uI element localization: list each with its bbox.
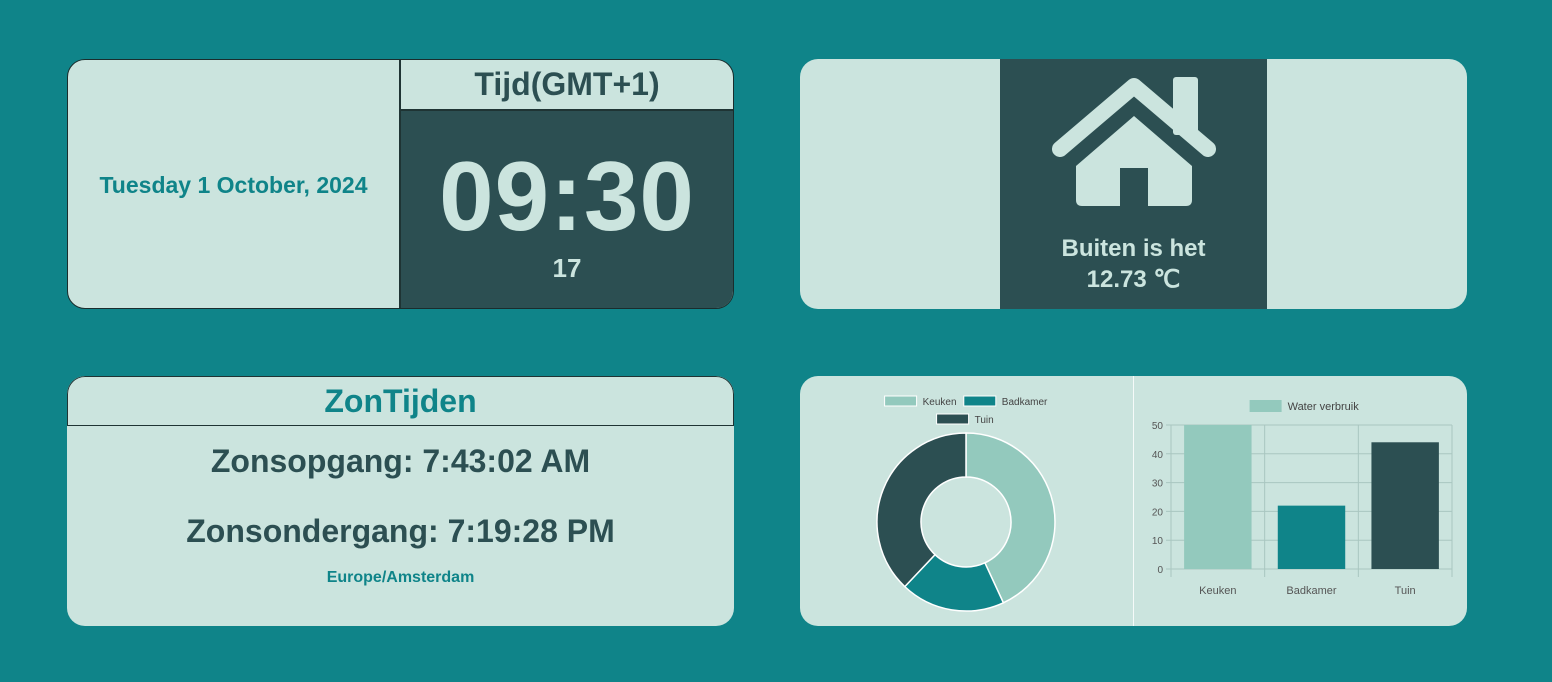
sunset-time: Zonsondergang: 7:19:28 PM: [186, 513, 615, 549]
clock-panel: 09:30 17: [401, 111, 733, 308]
weather-panel: Buiten is het 12.73 ℃: [1000, 59, 1267, 309]
y-tick-label: 20: [1152, 507, 1164, 518]
sun-times-card: ZonTijden Zonsopgang: 7:43:02 AM Zonsond…: [67, 376, 734, 626]
doughnut-chart: Keuken Badkamer Tuin: [876, 395, 1056, 612]
y-tick-label: 0: [1157, 565, 1163, 576]
legend-swatch-badkamer: [963, 395, 997, 407]
water-charts-card: Keuken Badkamer Tuin Water verbruik 0 10 20 30…: [800, 376, 1467, 626]
legend-label-water: Water verbruik: [1288, 401, 1360, 413]
bar-chart: Water verbruik 0 10 20 30 40 50 Keuken Badkamer T…: [1152, 400, 1453, 597]
sun-timezone: Europe/Amsterdam: [326, 569, 475, 586]
bar-tuin: [1371, 442, 1439, 569]
legend-label-badkamer: Badkamer: [1002, 397, 1048, 408]
y-tick-label: 30: [1152, 479, 1164, 490]
y-tick-label: 50: [1152, 421, 1164, 432]
legend-label-tuin: Tuin: [975, 415, 994, 426]
clock-time: 09:30: [439, 141, 695, 251]
x-tick-label: Tuin: [1395, 585, 1416, 597]
doughnut-slice-tuin: [876, 432, 967, 588]
bar-keuken: [1184, 425, 1252, 569]
sunrise-time: Zonsopgang: 7:43:02 AM: [210, 443, 591, 479]
timezone-header: Tijd(GMT+1): [401, 60, 733, 111]
weather-card: Buiten is het 12.73 ℃: [800, 59, 1467, 309]
legend-label-keuken: Keuken: [923, 397, 957, 408]
clock-seconds: 17: [552, 253, 582, 283]
x-tick-label: Badkamer: [1286, 585, 1336, 597]
house-icon: [1052, 77, 1216, 206]
x-tick-label: Keuken: [1199, 585, 1236, 597]
y-tick-label: 40: [1152, 450, 1164, 461]
date-panel: Tuesday 1 October, 2024: [68, 60, 401, 308]
legend-swatch-water: [1249, 400, 1282, 412]
sun-times-title: ZonTijden: [67, 376, 734, 426]
time-card: Tuesday 1 October, 2024 Tijd(GMT+1) 09:3…: [67, 59, 734, 309]
bar-badkamer: [1277, 505, 1346, 569]
y-tick-label: 10: [1152, 536, 1164, 547]
outdoor-temperature: 12.73 ℃: [1086, 266, 1181, 293]
legend-swatch-keuken: [884, 395, 918, 407]
weather-label: Buiten is het: [1061, 235, 1206, 262]
current-date: Tuesday 1 October, 2024: [99, 171, 368, 198]
legend-swatch-tuin: [936, 413, 970, 425]
